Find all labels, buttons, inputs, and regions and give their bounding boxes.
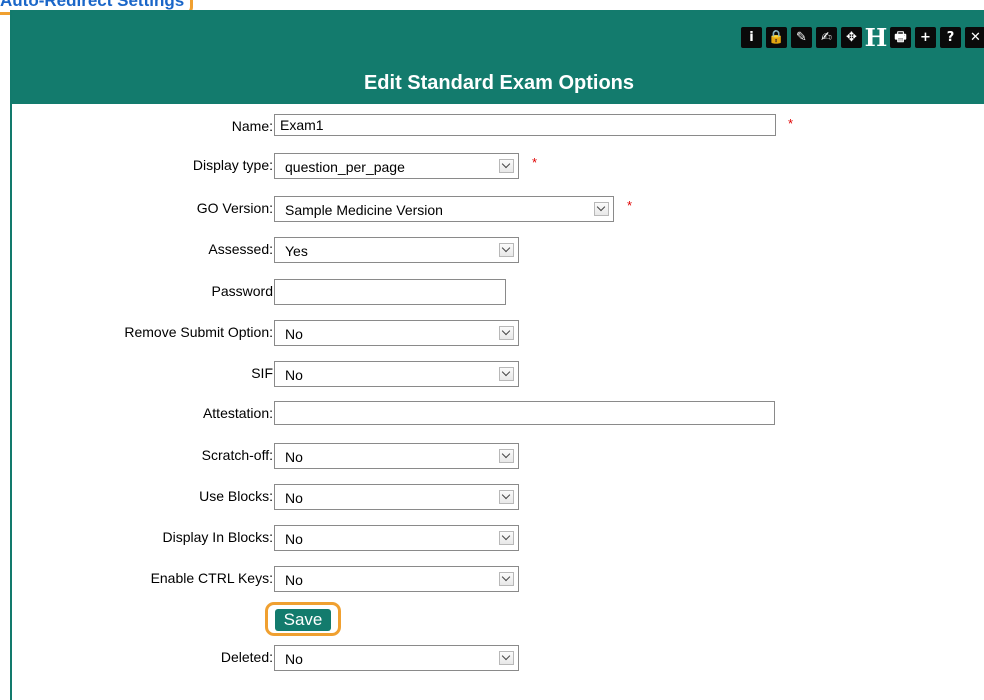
password-label: Password [211,283,273,299]
assessed-value: Yes [285,243,308,259]
deleted-value: No [285,651,303,667]
scratch-off-row: Scratch-off: No [12,443,984,469]
edit-options-panel: i 🔒 ✎ ✍ ✥ H 🖶 + ? ✕ Edit Standard Exam O… [10,10,984,700]
move-icon[interactable]: ✥ [841,27,862,48]
display-blocks-value: No [285,531,303,547]
close-icon[interactable]: ✕ [965,27,984,48]
display-type-select[interactable]: question_per_page [274,153,519,179]
add-icon[interactable]: + [915,27,936,48]
sif-label: SIF [251,365,273,381]
ctrl-keys-value: No [285,572,303,588]
deleted-row: Deleted: No [12,645,984,671]
assessed-select[interactable]: Yes [274,237,519,263]
ctrl-keys-select[interactable]: No [274,566,519,592]
name-label: Name: [231,118,273,134]
help-icon[interactable]: ? [940,27,961,48]
remove-submit-value: No [285,326,303,342]
chevron-down-icon[interactable] [499,326,514,340]
go-version-label: GO Version: [196,200,273,216]
password-input[interactable] [274,279,506,305]
remove-submit-row: Remove Submit Option: No [12,320,984,346]
required-marker: * [532,155,538,170]
deleted-select[interactable]: No [274,645,519,671]
password-row: Password [12,279,984,305]
scratch-off-select[interactable]: No [274,443,519,469]
use-blocks-label: Use Blocks: [199,488,273,504]
assessed-row: Assessed: Yes [12,237,984,263]
attestation-row: Attestation: [12,401,984,427]
edit-inline-icon[interactable]: ✍ [816,27,837,48]
display-blocks-label: Display In Blocks: [162,529,273,545]
scratch-off-value: No [285,449,303,465]
sif-row: SIF No [12,361,984,387]
panel-header: i 🔒 ✎ ✍ ✥ H 🖶 + ? ✕ Edit Standard Exam O… [12,10,984,104]
chevron-down-icon[interactable] [499,159,514,173]
go-version-row: GO Version: Sample Medicine Version * [12,196,984,222]
panel-toolbar: i 🔒 ✎ ✍ ✥ H 🖶 + ? ✕ [741,25,984,49]
remove-submit-label: Remove Submit Option: [124,324,273,340]
chevron-down-icon[interactable] [499,572,514,586]
chevron-down-icon[interactable] [499,243,514,257]
attestation-input[interactable] [274,401,775,425]
edit-icon[interactable]: ✎ [791,27,812,48]
required-marker: * [627,198,633,213]
display-type-value: question_per_page [285,159,405,175]
save-button-highlight: Save [265,602,341,636]
display-type-label: Display type: [192,157,273,173]
scratch-off-label: Scratch-off: [201,447,273,463]
heading-icon[interactable]: H [865,25,888,49]
attestation-label: Attestation: [202,405,273,421]
info-icon[interactable]: i [741,27,762,48]
go-version-select[interactable]: Sample Medicine Version [274,196,614,222]
use-blocks-row: Use Blocks: No [12,484,984,510]
save-button[interactable]: Save [275,609,331,631]
use-blocks-value: No [285,490,303,506]
deleted-label: Deleted: [220,649,273,665]
use-blocks-select[interactable]: No [274,484,519,510]
chevron-down-icon[interactable] [499,531,514,545]
name-input[interactable]: Exam1 [274,114,776,136]
required-marker: * [788,116,794,131]
chevron-down-icon[interactable] [594,202,609,216]
chevron-down-icon[interactable] [499,651,514,665]
print-icon[interactable]: 🖶 [890,27,911,48]
chevron-down-icon[interactable] [499,449,514,463]
lock-icon[interactable]: 🔒 [766,27,787,48]
go-version-value: Sample Medicine Version [285,202,443,218]
name-row: Name: Exam1 * [12,114,984,140]
assessed-label: Assessed: [208,241,273,257]
ctrl-keys-row: Enable CTRL Keys: No [12,566,984,592]
display-blocks-row: Display In Blocks: No [12,525,984,551]
display-type-row: Display type: question_per_page * [12,153,984,179]
chevron-down-icon[interactable] [499,490,514,504]
remove-submit-select[interactable]: No [274,320,519,346]
sif-select[interactable]: No [274,361,519,387]
ctrl-keys-label: Enable CTRL Keys: [150,570,273,586]
chevron-down-icon[interactable] [499,367,514,381]
display-blocks-select[interactable]: No [274,525,519,551]
page-title: Edit Standard Exam Options [363,72,635,94]
sif-value: No [285,367,303,383]
